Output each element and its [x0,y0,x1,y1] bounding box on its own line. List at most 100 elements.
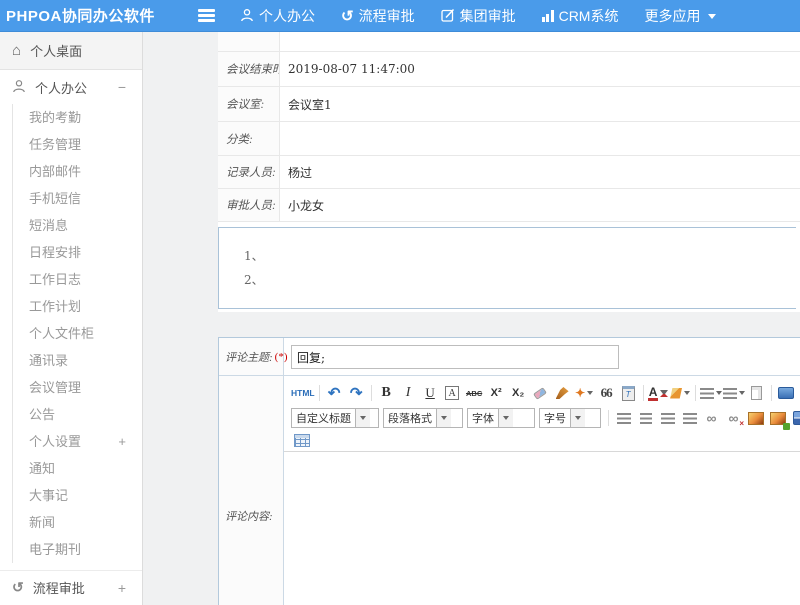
sidebar-item-major-events[interactable]: 大事记 [13,482,142,509]
sidebar-item-notice[interactable]: 通知 [13,455,142,482]
sidebar-submenu: 我的考勤 任务管理 内部邮件 手机短信 短消息 日程安排 工作日志 工作计划 个… [12,104,142,563]
meeting-content-box: 1、 2、 [218,227,796,309]
heading-select[interactable]: 自定义标题 [291,408,379,428]
chevron-down-icon [436,409,451,427]
align-right-icon[interactable] [657,408,678,428]
expand-plus-icon[interactable]: + [118,580,126,596]
form-row-partial [218,32,800,52]
menu-icon[interactable] [198,9,215,23]
form-row-meeting-end-time: 会议结束时间: 2019-08-07 11:47:00 [218,52,800,87]
subscript-button[interactable]: X₂ [508,383,529,403]
expand-plus-icon[interactable]: + [118,428,126,455]
ordered-list-icon[interactable] [700,383,722,403]
blockquote-button[interactable]: 66 [596,383,617,403]
align-center-icon[interactable] [635,408,656,428]
field-value: 会议室1 [280,87,800,121]
toolbar-row-1: HTML ↶ ↷ B I U A ABC X² X₂ [291,381,800,405]
font-color-button[interactable]: A [648,383,669,403]
sidebar-item-announcement[interactable]: 公告 [13,401,142,428]
italic-button[interactable]: I [398,383,419,403]
comment-content-label: 评论内容: [219,376,284,605]
editor-content-area[interactable] [284,452,800,605]
comment-subject-input[interactable] [291,345,619,369]
sidebar-item-short-message[interactable]: 短消息 [13,212,142,239]
sidebar-item-personal-desktop[interactable]: ⌂ 个人桌面 [0,32,142,70]
autoformat-wand-icon[interactable]: ✦ [574,383,595,403]
paste-as-text-icon[interactable]: T [618,383,639,403]
sidebar-item-mobile-sms[interactable]: 手机短信 [13,185,142,212]
toolbar-row-3 [291,431,800,449]
sidebar-item-news[interactable]: 新闻 [13,509,142,536]
home-icon: ⌂ [12,42,21,59]
nav-group-approval[interactable]: 集团审批 [441,6,516,26]
form-row-category: 分类: [218,122,800,156]
field-value: 杨过 [280,156,800,188]
sidebar-item-address-book[interactable]: 通讯录 [13,347,142,374]
insert-image-icon[interactable] [745,408,766,428]
upload-image-icon[interactable] [767,408,788,428]
sidebar-item-work-log[interactable]: 工作日志 [13,266,142,293]
comment-content-row: 评论内容: HTML ↶ ↷ B I U A [219,376,800,605]
sidebar-item-meeting-management[interactable]: 会议管理 [13,374,142,401]
top-bar: PHPOA协同办公软件 个人办公 ↺ 流程审批 集团审批 CRM系统 [0,0,800,32]
comment-subject-label: 评论主题: (*) [219,338,284,375]
form-row-recorder: 记录人员: 杨过 [218,156,800,189]
nav-personal-office[interactable]: 个人办公 [240,6,315,26]
insert-table-icon[interactable] [291,430,312,450]
chevron-down-icon [355,409,370,427]
sidebar-item-my-attendance[interactable]: 我的考勤 [13,104,142,131]
highlight-color-icon[interactable] [670,383,691,403]
flow-icon: ↺ [12,579,24,596]
nav-crm-system[interactable]: CRM系统 [542,6,619,26]
format-brush-icon[interactable] [552,383,573,403]
sidebar-item-internal-mail[interactable]: 内部邮件 [13,158,142,185]
form-row-approver: 审批人员: 小龙女 [218,189,800,222]
field-label: 审批人员: [218,189,280,221]
strikethrough-button[interactable]: ABC [464,383,485,403]
superscript-button[interactable]: X² [486,383,507,403]
sidebar-item-schedule[interactable]: 日程安排 [13,239,142,266]
insert-media-icon[interactable] [789,408,800,428]
sidebar-item-e-journal[interactable]: 电子期刊 [13,536,142,563]
nav-label: 更多应用 [644,6,700,26]
unordered-list-icon[interactable] [723,383,745,403]
top-nav: 个人办公 ↺ 流程审批 集团审批 CRM系统 更多应用 [240,0,716,32]
field-label: 会议结束时间: [218,52,280,86]
font-size-select[interactable]: 字号 [539,408,601,428]
field-value: 小龙女 [280,189,800,221]
rich-text-editor: HTML ↶ ↷ B I U A ABC X² X₂ [284,376,800,605]
sidebar-section-workflow-approval[interactable]: ↺ 流程审批 + [0,570,142,604]
sidebar-section-personal-office[interactable]: 个人办公 − [0,70,142,104]
fullscreen-icon[interactable] [776,383,797,403]
align-left-icon[interactable] [613,408,634,428]
collapse-minus-icon[interactable]: − [118,79,126,95]
main-content: 会议结束时间: 2019-08-07 11:47:00 会议室: 会议室1 分类… [143,32,800,605]
remove-link-icon[interactable]: ∞× [723,408,744,428]
nav-label: 集团审批 [460,6,516,26]
font-style-button[interactable]: A [442,383,463,403]
new-page-icon[interactable] [746,383,767,403]
toolbar-row-2: 自定义标题 段落格式 字体 [291,406,800,430]
field-value: 2019-08-07 11:47:00 [280,52,800,86]
sidebar-item-personal-settings[interactable]: 个人设置 + [13,428,142,455]
html-source-button[interactable]: HTML [291,383,315,403]
eraser-icon[interactable] [530,383,551,403]
paragraph-format-select[interactable]: 段落格式 [383,408,463,428]
sidebar-item-task-management[interactable]: 任务管理 [13,131,142,158]
field-label: 会议室: [218,87,280,121]
align-justify-icon[interactable] [679,408,700,428]
insert-link-icon[interactable]: ∞ [701,408,722,428]
content-line: 1、 [244,244,796,268]
comment-panel: 评论主题: (*) 评论内容: HTML ↶ [218,337,800,605]
caret-down-icon [708,14,716,19]
sidebar-item-personal-files[interactable]: 个人文件柜 [13,320,142,347]
underline-button[interactable]: U [420,383,441,403]
redo-icon[interactable]: ↷ [346,383,367,403]
comment-subject-row: 评论主题: (*) [219,338,800,376]
nav-more-apps[interactable]: 更多应用 [644,6,716,26]
bold-button[interactable]: B [376,383,397,403]
undo-icon[interactable]: ↶ [324,383,345,403]
nav-workflow-approval[interactable]: ↺ 流程审批 [341,6,415,26]
font-family-select[interactable]: 字体 [467,408,535,428]
sidebar-item-work-plan[interactable]: 工作计划 [13,293,142,320]
